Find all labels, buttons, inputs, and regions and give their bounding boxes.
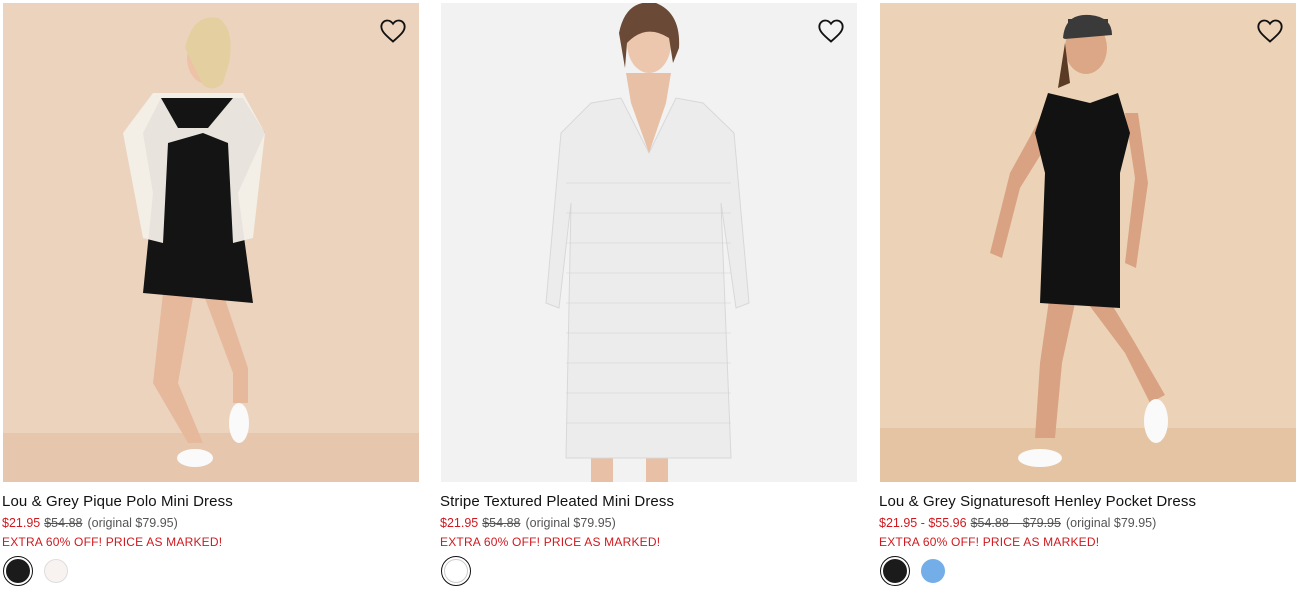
original-price-note: (original $79.95) [1065, 516, 1157, 530]
product-photo [3, 3, 419, 482]
list-price: $54.88 [44, 516, 83, 530]
favorite-heart-icon[interactable] [1256, 17, 1284, 45]
favorite-heart-icon[interactable] [379, 17, 407, 45]
product-title[interactable]: Lou & Grey Pique Polo Mini Dress [2, 493, 233, 510]
sale-price: $21.95 - $55.96 [879, 516, 967, 530]
product-card[interactable]: Stripe Textured Pleated Mini Dress $21.9… [440, 0, 858, 591]
product-image[interactable] [3, 3, 419, 482]
price-line: $21.95 - $55.96 $54.88 – $79.95 (original … [879, 516, 1156, 530]
list-price: $54.88 – $79.95 [970, 516, 1061, 530]
product-title[interactable]: Stripe Textured Pleated Mini Dress [440, 493, 674, 510]
swatch-black[interactable] [3, 556, 33, 586]
promo-text: EXTRA 60% OFF! PRICE AS MARKED! [2, 535, 223, 549]
swatch-white[interactable] [441, 556, 471, 586]
color-swatches [441, 556, 471, 586]
product-photo [880, 3, 1296, 482]
list-price: $54.88 [482, 516, 521, 530]
product-title[interactable]: Lou & Grey Signaturesoft Henley Pocket D… [879, 493, 1196, 510]
product-photo [441, 3, 857, 482]
swatch-black[interactable] [880, 556, 910, 586]
sale-price: $21.95 [440, 516, 479, 530]
price-line: $21.95 $54.88 (original $79.95) [2, 516, 178, 530]
product-grid: Lou & Grey Pique Polo Mini Dress $21.95 $… [0, 0, 1299, 591]
color-swatches [3, 556, 71, 586]
product-image[interactable] [880, 3, 1296, 482]
original-price-note: (original $79.95) [87, 516, 178, 530]
product-card[interactable]: Lou & Grey Pique Polo Mini Dress $21.95 $… [2, 0, 420, 591]
original-price-note: (original $79.95) [525, 516, 616, 530]
product-card[interactable]: Lou & Grey Signaturesoft Henley Pocket D… [879, 0, 1297, 591]
swatch-blue[interactable] [918, 556, 948, 586]
product-image[interactable] [441, 3, 857, 482]
swatch-white[interactable] [41, 556, 71, 586]
promo-text: EXTRA 60% OFF! PRICE AS MARKED! [879, 535, 1100, 549]
promo-text: EXTRA 60% OFF! PRICE AS MARKED! [440, 535, 661, 549]
favorite-heart-icon[interactable] [817, 17, 845, 45]
sale-price: $21.95 [2, 516, 41, 530]
color-swatches [880, 556, 948, 586]
price-line: $21.95 $54.88 (original $79.95) [440, 516, 616, 530]
